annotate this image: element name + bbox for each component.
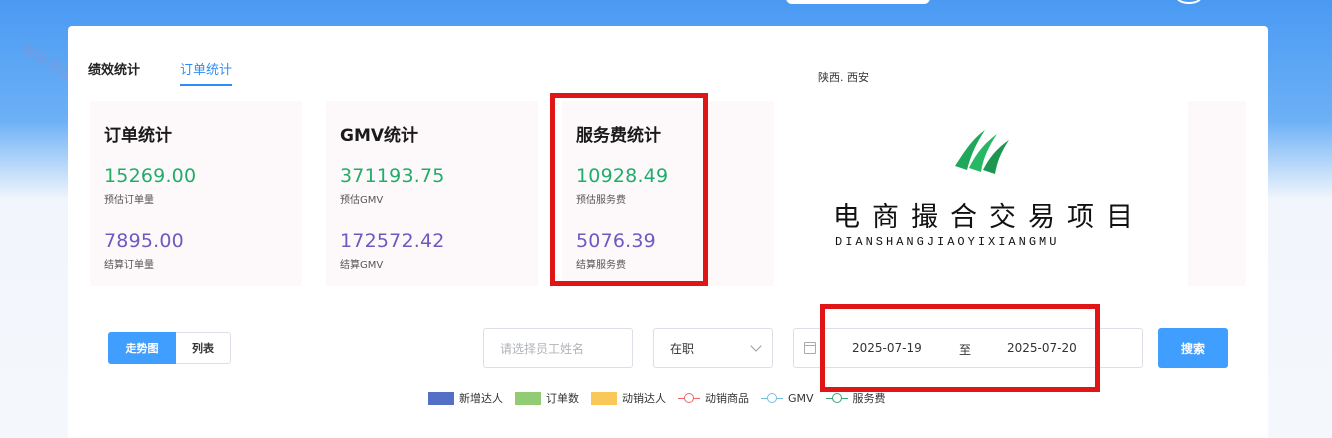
trend-chart-button[interactable]: 走势图	[108, 332, 176, 364]
status-value: 在职	[670, 341, 695, 356]
region-label: 陕西. 西安	[818, 71, 869, 84]
stat-title: GMV统计	[340, 126, 419, 146]
legend-swatch	[591, 391, 617, 405]
legend-label: 订单数	[546, 392, 579, 405]
view-toggle: 走势图 列表	[108, 332, 231, 364]
legend-label: GMV	[788, 391, 814, 405]
tab-performance[interactable]: 绩效统计	[88, 59, 140, 86]
stat-estimated-label: 预估订单量	[104, 195, 154, 206]
stat-title: 订单统计	[104, 126, 172, 146]
legend-swatch	[428, 391, 454, 405]
order-stat-card: 订单统计 15269.00 预估订单量 7895.00 结算订单量	[90, 101, 302, 286]
legend-label: 动销达人	[622, 392, 666, 405]
highlight-date-range	[820, 304, 1100, 392]
list-view-button[interactable]: 列表	[176, 332, 231, 364]
decorative-panel	[1188, 101, 1246, 286]
chevron-down-icon	[750, 340, 762, 352]
legend-item[interactable]: GMV	[761, 392, 814, 405]
tab-orders[interactable]: 订单统计	[180, 59, 233, 86]
employment-status-select[interactable]: 在职	[653, 328, 773, 368]
brand-name-pinyin: DIANSHANGJIAOYIXIANGMU	[835, 235, 1060, 249]
legend-item[interactable]: 订单数	[515, 390, 579, 406]
legend-line-swatch	[678, 392, 700, 404]
brand-name-cn: 电商撮合交易项目	[833, 202, 1145, 233]
main-card: 绩效统计 订单统计 订单统计 15269.00 预估订单量 7895.00 结算…	[68, 26, 1268, 438]
chart-legend: 新增达人 订单数 动销达人 动销商品 GMV 服务费	[428, 390, 886, 406]
top-search-pill[interactable]	[786, 0, 930, 4]
legend-line-swatch	[825, 392, 848, 404]
stat-estimated-value: 15269.00	[104, 165, 197, 187]
stat-settled-label: 结算GMV	[340, 260, 384, 271]
legend-item[interactable]: 新增达人	[428, 390, 503, 406]
stat-estimated-label: 预估GMV	[340, 195, 384, 206]
stat-settled-value: 7895.00	[104, 230, 184, 252]
stat-settled-label: 结算订单量	[104, 260, 154, 271]
brand-logo-area: 陕西. 西安 电商撮合交易项目 DIANSHANGJIAOYIXIANGMU	[783, 71, 1183, 286]
legend-line-swatch	[761, 392, 783, 404]
legend-item[interactable]: 动销商品	[678, 390, 749, 406]
brand-logo-icon	[955, 130, 1009, 174]
gmv-stat-card: GMV统计 371193.75 预估GMV 172572.42 结算GMV	[326, 101, 538, 286]
legend-label: 新增达人	[459, 392, 503, 405]
highlight-service-fee	[550, 93, 708, 286]
legend-label: 服务费	[852, 392, 886, 405]
legend-label: 动销商品	[705, 392, 749, 405]
calendar-icon	[804, 342, 816, 354]
employee-name-input[interactable]: 请选择员工姓名	[483, 328, 633, 368]
legend-swatch	[515, 391, 541, 405]
stat-estimated-value: 371193.75	[340, 165, 445, 187]
stat-tabs: 绩效统计 订单统计	[88, 59, 233, 86]
user-avatar[interactable]	[1176, 0, 1202, 4]
search-button[interactable]: 搜索	[1158, 328, 1228, 368]
stat-settled-value: 172572.42	[340, 230, 445, 252]
legend-item[interactable]: 动销达人	[591, 390, 666, 406]
legend-item[interactable]: 服务费	[825, 390, 886, 406]
